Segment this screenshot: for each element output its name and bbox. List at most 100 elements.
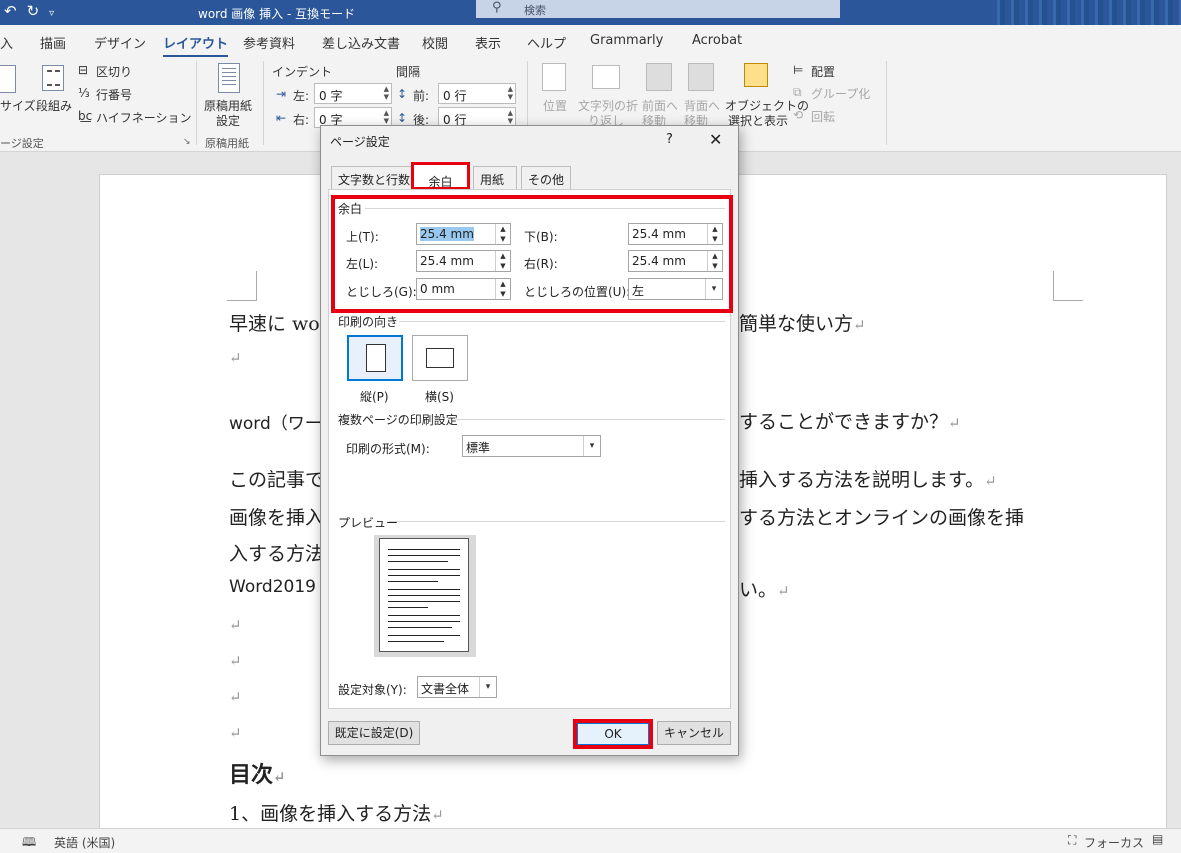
spin-icon[interactable]: ▲ ▼ — [508, 85, 513, 101]
align-button[interactable]: 配置 — [811, 63, 835, 80]
tab-insert[interactable]: 入 — [0, 33, 13, 52]
preview-thumbnail — [374, 535, 476, 657]
doc-line-1-left: 早速に wo — [229, 313, 320, 335]
position-button[interactable]: 位置 — [543, 97, 567, 114]
doc-line-2-left: word（ワー — [229, 414, 322, 434]
rotate-button[interactable]: 回転 — [811, 108, 835, 125]
selection-pane-icon[interactable] — [744, 63, 768, 87]
ribbon-tabs: 入 描画 デザイン レイアウト 参考資料 差し込み文書 校閲 表示 ヘルプ Gr… — [0, 25, 1181, 58]
tab-other[interactable]: その他 — [521, 166, 571, 189]
focus-icon[interactable]: ⛶ — [1068, 833, 1076, 848]
print-format-select[interactable]: 標準 ▾ — [462, 435, 601, 457]
group-icon: ⧉ — [793, 85, 802, 99]
breaks-button[interactable]: 区切り — [96, 63, 132, 80]
paragraph-mark-icon: ↵ — [229, 724, 242, 742]
doc-line-2-right-text: することができますか？ — [739, 411, 949, 433]
tab-view[interactable]: 表示 — [475, 33, 501, 52]
close-icon[interactable]: ✕ — [709, 130, 722, 149]
position-icon[interactable] — [542, 63, 566, 91]
tab-layout[interactable]: レイアウト — [163, 33, 229, 58]
dialog-title: ページ設定 — [330, 135, 390, 149]
tab-help[interactable]: ヘルプ — [527, 33, 566, 52]
toc-item-1: 1、画像を挿入する方法↵ — [229, 799, 444, 826]
spin-icon[interactable]: ▲ ▼ — [508, 109, 513, 125]
tab-draw[interactable]: 描画 — [40, 33, 66, 52]
manuscript-button-line2[interactable]: 設定 — [216, 112, 240, 129]
landscape-option[interactable] — [412, 335, 468, 381]
align-icon: ⊨ — [793, 63, 804, 77]
preview-line — [388, 635, 460, 636]
language-status[interactable]: 英語 (米国) — [54, 834, 115, 851]
help-button[interactable]: ? — [666, 132, 673, 147]
book-icon[interactable]: 🕮 — [22, 833, 36, 853]
set-default-button[interactable]: 既定に設定(D) — [328, 721, 420, 745]
spacing-before-input[interactable]: 0 行 ▲ ▼ — [438, 83, 516, 104]
doc-line-5-left: 入する方法 — [229, 543, 325, 565]
indent-right-icon: ⇤ — [276, 111, 287, 125]
wrap-text-icon[interactable] — [592, 65, 620, 89]
group-button[interactable]: グループ化 — [811, 85, 870, 102]
preview-line — [388, 549, 460, 550]
preview-line — [388, 581, 438, 582]
paragraph-mark-icon: ↵ — [431, 806, 444, 824]
spacing-before-icon: ↕ — [397, 87, 408, 101]
preview-line — [388, 621, 460, 622]
tab-margins[interactable]: 余白 — [411, 162, 470, 190]
send-backward-icon[interactable] — [688, 63, 714, 91]
paragraph-mark-icon: ↵ — [229, 349, 242, 367]
customize-qat-icon[interactable]: ▿ — [49, 8, 64, 19]
spin-icon[interactable]: ▲ ▼ — [384, 85, 389, 101]
focus-mode-button[interactable]: フォーカス — [1084, 834, 1144, 851]
indent-left-input[interactable]: 0 字 ▲ ▼ — [314, 83, 392, 104]
bring-forward-icon[interactable] — [646, 63, 672, 91]
spacing-after-icon: ↕ — [397, 111, 408, 125]
portrait-page-icon — [366, 344, 386, 372]
apply-to-select[interactable]: 文書全体 ▾ — [417, 676, 497, 698]
tab-characters-lines[interactable]: 文字数と行数 — [331, 166, 423, 189]
line-numbers-button[interactable]: 行番号 — [96, 86, 132, 103]
tab-references[interactable]: 参考資料 — [243, 33, 295, 52]
preview-line — [388, 589, 460, 590]
read-mode-icon[interactable]: ▤ — [1152, 832, 1163, 846]
columns-icon[interactable] — [42, 65, 64, 91]
spin-icon[interactable]: ▲ ▼ — [384, 109, 389, 125]
multipage-section-label: 複数ページの印刷設定 — [338, 413, 458, 427]
indent-left-value: 0 字 — [319, 89, 343, 103]
preview-line — [388, 641, 444, 642]
portrait-option[interactable] — [347, 335, 403, 381]
undo-icon[interactable]: ↶ — [4, 2, 27, 20]
paragraph-mark-icon: ↵ — [229, 688, 242, 706]
window-title: word 画像 挿入 - 互換モード — [198, 7, 356, 21]
tab-review[interactable]: 校閲 — [422, 33, 448, 52]
size-icon[interactable] — [0, 65, 16, 93]
search-box[interactable]: ⚲ 検索 — [476, 0, 840, 18]
hyphenation-button[interactable]: ハイフネーション — [96, 109, 192, 126]
redo-icon[interactable]: ↻ — [27, 2, 50, 20]
manuscript-icon[interactable] — [218, 63, 240, 93]
breaks-icon: ⊟ — [78, 63, 89, 77]
section-divider — [399, 321, 725, 322]
page-setup-launcher-icon[interactable]: ↘ — [183, 137, 191, 147]
columns-button[interactable]: 段組み — [36, 97, 72, 114]
preview-line — [388, 595, 460, 596]
doc-line-1-right-text: 簡単な使い方 — [739, 313, 854, 335]
paragraph-mark-icon: ↵ — [984, 472, 997, 490]
chevron-down-icon[interactable]: ▾ — [583, 436, 600, 456]
margins-panel: 余白 上(T): 25.4 mm ▲ ▼ 下(B): 25.4 mm ▲ ▼ 左(L):… — [328, 189, 733, 709]
doc-line-6-left: Word2019 — [229, 577, 316, 597]
tab-paper[interactable]: 用紙 — [473, 166, 517, 189]
ribbon-separator — [196, 61, 197, 145]
print-format-label: 印刷の形式(M): — [346, 442, 430, 456]
cancel-button[interactable]: キャンセル — [657, 721, 731, 745]
tab-mailings[interactable]: 差し込み文書 — [322, 33, 400, 52]
search-icon: ⚲ — [492, 0, 502, 15]
tab-grammarly[interactable]: Grammarly — [590, 33, 663, 48]
size-button[interactable]: サイズ — [0, 97, 36, 114]
landscape-page-icon — [426, 348, 454, 368]
tab-design[interactable]: デザイン — [94, 33, 146, 52]
doc-line-1-right: 簡単な使い方↵ — [739, 309, 866, 336]
doc-line-4-left: 画像を挿入 — [229, 507, 325, 529]
tab-acrobat[interactable]: Acrobat — [692, 33, 742, 48]
ok-button[interactable]: OK — [573, 719, 653, 749]
chevron-down-icon[interactable]: ▾ — [479, 677, 496, 697]
